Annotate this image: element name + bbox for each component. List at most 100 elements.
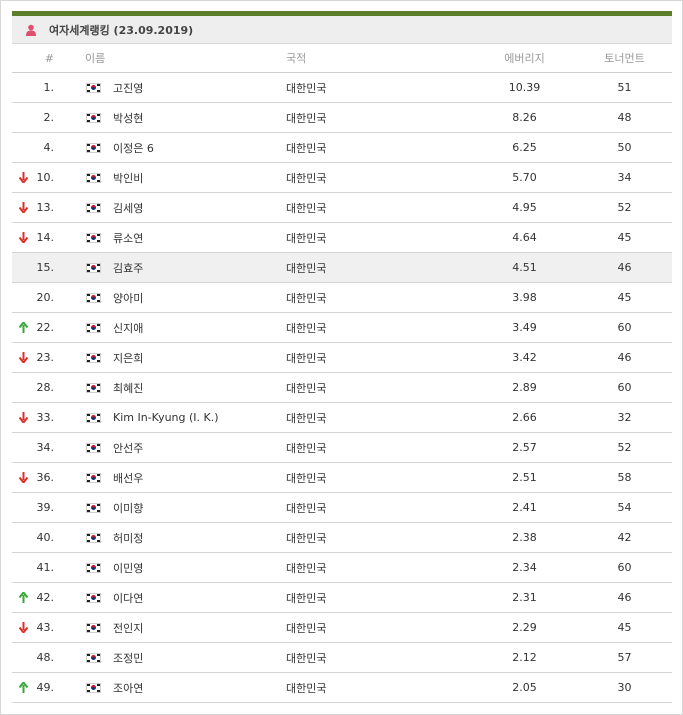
trend-placeholder (15, 253, 31, 282)
trend-placeholder (15, 553, 31, 582)
table-row[interactable]: 36. 배선우 대한민국 2.51 58 (12, 463, 672, 493)
country-cell: 대한민국 (286, 501, 327, 515)
player-name[interactable]: 안선주 (113, 433, 283, 462)
country-cell: 대한민국 (286, 411, 327, 425)
country-cell: 대한민국 (286, 621, 327, 635)
average-cell: 2.57 (512, 441, 537, 454)
ranking-widget: 여자세계랭킹 (23.09.2019) # 이름 국적 에버리지 토너먼트 1.… (0, 0, 683, 715)
average-cell: 4.64 (512, 231, 537, 244)
south-korea-flag-icon (85, 253, 101, 282)
tournaments-cell: 48 (617, 111, 632, 124)
table-row[interactable]: 2. 박성현 대한민국 8.26 48 (12, 103, 672, 133)
table-row[interactable]: 33. Kim In-Kyung (I. K.) 대한민국 2.66 32 (12, 403, 672, 433)
table-row[interactable]: 40. 허미정 대한민국 2.38 42 (12, 523, 672, 553)
header-average: 에버리지 (504, 52, 545, 65)
table-row[interactable]: 22. 신지애 대한민국 3.49 60 (12, 313, 672, 343)
table-row[interactable]: 10. 박인비 대한민국 5.70 34 (12, 163, 672, 193)
rank-cell: 49. (36, 681, 55, 694)
player-name[interactable]: 이다연 (113, 583, 283, 612)
trend-placeholder (15, 373, 31, 402)
arrow-down-icon (15, 613, 31, 642)
table-row[interactable]: 34. 안선주 대한민국 2.57 52 (12, 433, 672, 463)
average-cell: 10.39 (508, 81, 541, 94)
player-name[interactable]: 허미정 (113, 523, 283, 552)
tournaments-cell: 46 (617, 351, 632, 364)
rank-cell: 48. (36, 651, 55, 664)
tournaments-cell: 60 (617, 321, 632, 334)
rank-cell: 23. (36, 351, 55, 364)
tournaments-cell: 50 (617, 141, 632, 154)
average-cell: 2.29 (512, 621, 537, 634)
tournaments-cell: 45 (617, 231, 632, 244)
table-row[interactable]: 39. 이미향 대한민국 2.41 54 (12, 493, 672, 523)
arrow-up-icon (15, 673, 31, 702)
tournaments-cell: 51 (617, 81, 632, 94)
table-row[interactable]: 42. 이다연 대한민국 2.31 46 (12, 583, 672, 613)
player-name[interactable]: 이정은 6 (113, 133, 283, 162)
south-korea-flag-icon (85, 493, 101, 522)
table-row[interactable]: 14. 류소연 대한민국 4.64 45 (12, 223, 672, 253)
south-korea-flag-icon (85, 343, 101, 372)
average-cell: 2.38 (512, 531, 537, 544)
rank-cell: 2. (43, 111, 55, 124)
table-row[interactable]: 48. 조정민 대한민국 2.12 57 (12, 643, 672, 673)
table-row[interactable]: 43. 전인지 대한민국 2.29 45 (12, 613, 672, 643)
player-name[interactable]: 배선우 (113, 463, 283, 492)
player-name[interactable]: 전인지 (113, 613, 283, 642)
arrow-up-icon (15, 583, 31, 612)
player-name[interactable]: 신지애 (113, 313, 283, 342)
table-row[interactable]: 28. 최혜진 대한민국 2.89 60 (12, 373, 672, 403)
country-cell: 대한민국 (286, 561, 327, 575)
tournaments-cell: 32 (617, 411, 632, 424)
trend-placeholder (15, 103, 31, 132)
player-name[interactable]: 박인비 (113, 163, 283, 192)
average-cell: 4.51 (512, 261, 537, 274)
tournaments-cell: 60 (617, 381, 632, 394)
rank-cell: 14. (36, 231, 55, 244)
south-korea-flag-icon (85, 283, 101, 312)
average-cell: 3.49 (512, 321, 537, 334)
south-korea-flag-icon (85, 193, 101, 222)
player-name[interactable]: 이민영 (113, 553, 283, 582)
south-korea-flag-icon (85, 133, 101, 162)
player-name[interactable]: 김효주 (113, 253, 283, 282)
table-row[interactable]: 23. 지은희 대한민국 3.42 46 (12, 343, 672, 373)
table-row[interactable]: 1. 고진영 대한민국 10.39 51 (12, 73, 672, 103)
tournaments-cell: 52 (617, 441, 632, 454)
table-row[interactable]: 15. 김효주 대한민국 4.51 46 (12, 253, 672, 283)
table-row[interactable]: 20. 양아미 대한민국 3.98 45 (12, 283, 672, 313)
country-cell: 대한민국 (286, 171, 327, 185)
player-name[interactable]: 김세영 (113, 193, 283, 222)
player-name[interactable]: 양아미 (113, 283, 283, 312)
table-row[interactable]: 49. 조아연 대한민국 2.05 30 (12, 673, 672, 703)
average-cell: 5.70 (512, 171, 537, 184)
rank-cell: 40. (36, 531, 55, 544)
tournaments-cell: 46 (617, 591, 632, 604)
south-korea-flag-icon (85, 313, 101, 342)
average-cell: 4.95 (512, 201, 537, 214)
table-row[interactable]: 41. 이민영 대한민국 2.34 60 (12, 553, 672, 583)
tournaments-cell: 45 (617, 291, 632, 304)
player-name[interactable]: 조아연 (113, 673, 283, 702)
header-name: 이름 (85, 52, 106, 65)
country-cell: 대한민국 (286, 291, 327, 305)
player-name[interactable]: Kim In-Kyung (I. K.) (113, 403, 283, 432)
player-name[interactable]: 류소연 (113, 223, 283, 252)
average-cell: 2.41 (512, 501, 537, 514)
country-cell: 대한민국 (286, 261, 327, 275)
player-name[interactable]: 최혜진 (113, 373, 283, 402)
player-name[interactable]: 조정민 (113, 643, 283, 672)
south-korea-flag-icon (85, 523, 101, 552)
rank-cell: 33. (36, 411, 55, 424)
south-korea-flag-icon (85, 583, 101, 612)
arrow-down-icon (15, 163, 31, 192)
player-name[interactable]: 고진영 (113, 73, 283, 102)
panel-title: 여자세계랭킹 (23.09.2019) (49, 23, 194, 37)
player-name[interactable]: 이미향 (113, 493, 283, 522)
player-name[interactable]: 지은희 (113, 343, 283, 372)
rank-cell: 10. (36, 171, 55, 184)
table-row[interactable]: 13. 김세영 대한민국 4.95 52 (12, 193, 672, 223)
tournaments-cell: 30 (617, 681, 632, 694)
player-name[interactable]: 박성현 (113, 103, 283, 132)
table-row[interactable]: 4. 이정은 6 대한민국 6.25 50 (12, 133, 672, 163)
